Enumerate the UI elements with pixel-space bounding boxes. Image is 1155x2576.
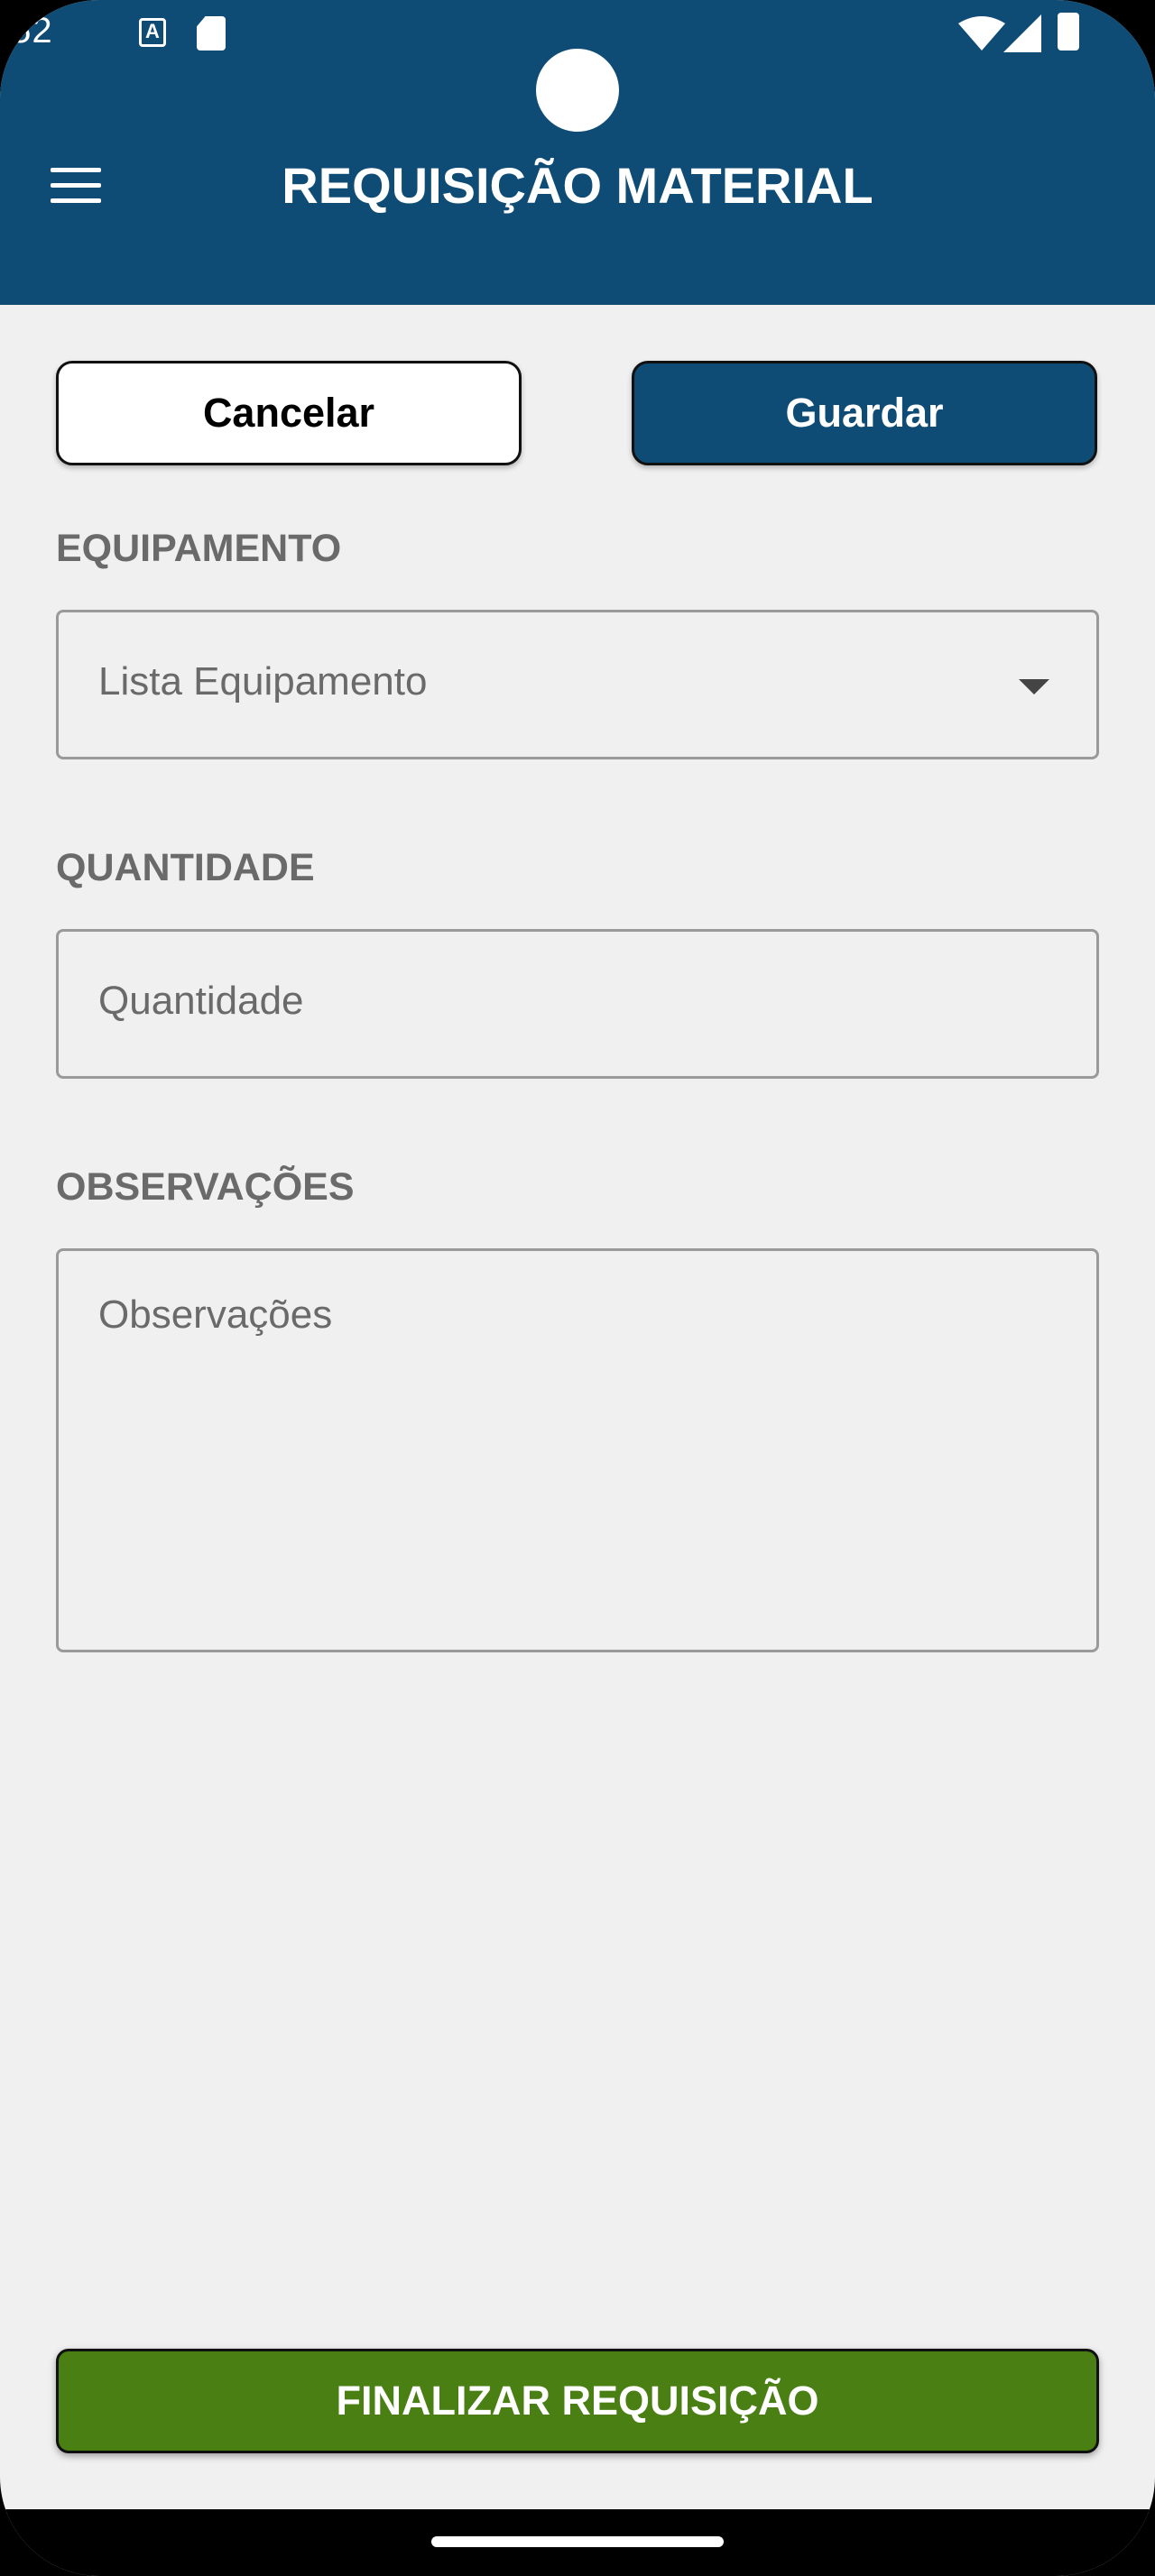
quantity-input[interactable]: Quantidade [56, 929, 1099, 1079]
home-gesture-handle[interactable] [431, 2536, 724, 2547]
status-time: :52 [0, 11, 53, 51]
equipment-placeholder: Lista Equipamento [98, 659, 428, 704]
equipment-label: EQUIPAMENTO [56, 527, 342, 570]
observations-placeholder: Observações [98, 1293, 333, 1337]
camera-cutout [536, 49, 619, 132]
dropdown-arrow-icon [1019, 679, 1049, 695]
wifi-icon [958, 16, 1005, 51]
observations-textarea[interactable]: Observações [56, 1248, 1099, 1652]
quantity-label: QUANTIDADE [56, 846, 315, 889]
sd-card-icon [197, 16, 226, 51]
finish-requisition-button[interactable]: FINALIZAR REQUISIÇÃO [56, 2349, 1099, 2453]
observations-label: OBSERVAÇÕES [56, 1165, 355, 1209]
cancel-button[interactable]: Cancelar [56, 361, 522, 465]
equipment-dropdown[interactable]: Lista Equipamento [56, 610, 1099, 759]
signal-icon [1003, 14, 1041, 52]
battery-icon [1058, 13, 1079, 51]
page-title: REQUISIÇÃO MATERIAL [282, 157, 873, 214]
a-notification-icon: A [139, 18, 166, 47]
quantity-placeholder: Quantidade [98, 979, 304, 1023]
save-button[interactable]: Guardar [632, 361, 1097, 465]
app-screen: :52 A REQUISIÇÃO MATERIAL Cancelar Guard… [0, 0, 1155, 2576]
